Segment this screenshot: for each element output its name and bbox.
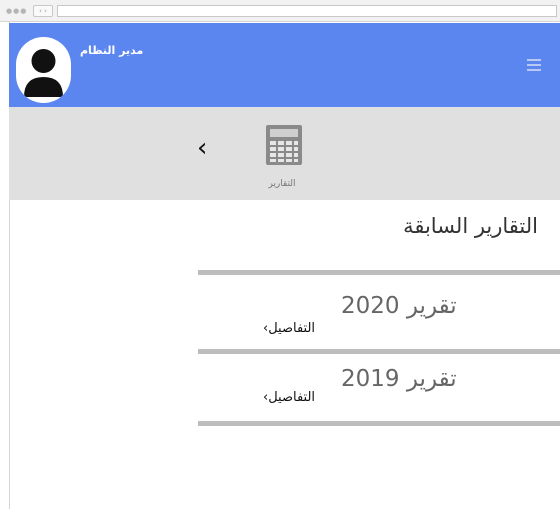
avatar[interactable] [16,37,71,103]
report-title: تقرير 2020 [341,293,457,319]
browser-chrome: ●●● ‹ › [0,0,560,22]
user-avatar-icon [24,49,63,97]
chevron-left-icon[interactable]: ‹ [197,135,207,161]
calculator-icon[interactable] [265,124,303,170]
app-header [9,23,560,107]
page-title: التقارير السابقة [403,214,538,238]
divider [198,421,560,426]
report-title: تقرير 2019 [341,366,457,392]
details-link[interactable]: التفاصيل› [263,390,315,405]
details-link[interactable]: التفاصيل› [263,321,315,336]
hamburger-menu-icon[interactable] [527,59,541,73]
reports-label: التقارير [268,179,296,189]
back-forward-buttons[interactable]: ‹ › [33,5,53,17]
divider [198,349,560,354]
user-name: مدير النظام [80,44,144,57]
window-controls[interactable]: ●●● [6,7,27,15]
address-bar[interactable] [57,5,557,17]
divider [198,270,560,275]
